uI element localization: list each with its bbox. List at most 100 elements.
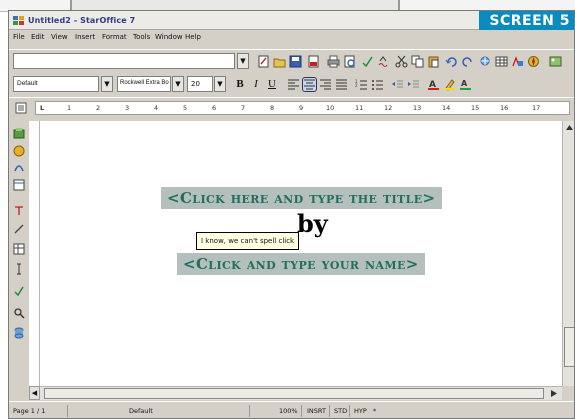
insert-object-icon[interactable] [13,161,25,173]
text-direction-icon[interactable] [13,205,25,217]
staroffice-app-icon[interactable] [13,15,25,26]
numbering-icon[interactable]: 12 [355,78,368,91]
document-page[interactable]: <Click here and type the title> by I kno… [40,121,562,386]
status-hyperlink-mode[interactable]: HYP [354,407,367,415]
draw-line-icon[interactable] [13,223,25,235]
align-center-icon[interactable] [302,77,317,92]
ruler-tick: 17 [532,104,541,112]
spellcheck-icon[interactable] [361,55,374,68]
increase-indent-icon[interactable] [407,78,420,91]
menu-window[interactable]: Window [155,33,183,41]
ruler-tick: 10 [326,104,335,112]
status-separator [249,405,250,417]
save-icon[interactable] [289,55,302,68]
menu-format[interactable]: Format [102,33,127,41]
ruler-tick: 8 [270,104,275,112]
font-size-select[interactable]: 20 [187,76,213,92]
justify-icon[interactable] [335,78,348,91]
cut-icon[interactable] [395,55,408,68]
export-pdf-icon[interactable] [307,55,320,68]
name-placeholder-field[interactable]: <Click and type your name> [177,253,425,275]
find-replace-icon[interactable] [13,307,25,319]
paragraph-style-select[interactable]: Default [13,76,99,92]
by-text: by [297,209,328,238]
ruler-tick: 14 [442,104,451,112]
scroll-right-icon[interactable] [550,389,559,398]
ruler-tick: 1 [67,104,72,112]
paste-icon[interactable] [427,55,440,68]
gallery-icon[interactable] [549,55,562,68]
status-style[interactable]: Default [129,407,153,415]
menu-tools[interactable]: Tools [133,33,150,41]
table-icon[interactable] [495,55,508,68]
page-preview-icon[interactable] [343,55,356,68]
style-dropdown-button[interactable]: ▼ [101,76,113,92]
bold-button[interactable]: B [233,76,247,92]
highlighting-icon[interactable] [443,78,456,91]
text-cursor-icon[interactable] [13,263,25,275]
title-placeholder-field[interactable]: <Click here and type the title> [161,187,442,209]
decrease-indent-icon[interactable] [391,78,404,91]
align-left-icon[interactable] [287,78,300,91]
open-folder-icon[interactable] [273,55,286,68]
status-zoom[interactable]: 100% [279,407,298,415]
vertical-scroll-thumb[interactable] [564,327,574,367]
auto-spellcheck-icon[interactable] [377,55,390,68]
status-separator [67,405,68,417]
svg-text:2: 2 [355,83,358,88]
print-icon[interactable] [327,55,340,68]
menu-file[interactable]: File [13,33,25,41]
tab-type-marker[interactable]: L [40,104,44,112]
align-right-icon[interactable] [319,78,332,91]
bullets-icon[interactable] [371,78,384,91]
menu-view[interactable]: View [51,33,68,41]
insert-icon[interactable] [13,127,25,139]
show-draw-functions-icon[interactable] [511,55,524,68]
hyperlink-icon[interactable] [479,55,492,68]
font-color-icon[interactable]: A [427,78,440,91]
ruler-tick: 3 [125,104,130,112]
underline-button[interactable]: U [265,76,279,92]
status-page: Page 1 / 1 [13,407,46,415]
menu-insert[interactable]: Insert [75,33,95,41]
menu-help[interactable]: Help [185,33,201,41]
insert-frame-icon[interactable] [13,179,25,191]
spellcheck-vertical-icon[interactable] [13,285,25,297]
copy-icon[interactable] [411,55,424,68]
ruler-tick: 4 [154,104,159,112]
load-url-input[interactable] [13,53,235,69]
navigator-icon[interactable] [527,55,540,68]
title-bar[interactable]: Untitled2 - StarOffice 7 SCREEN 5 [9,11,574,30]
ruler-tick: 13 [413,104,422,112]
menu-edit[interactable]: Edit [31,33,45,41]
status-insert-mode[interactable]: INSRT [307,407,326,415]
font-name-select[interactable]: Rockwell Extra Bo [117,76,171,92]
horizontal-scrollbar[interactable] [40,386,562,400]
insert-fields-icon[interactable] [13,145,25,157]
ruler-tick: 9 [299,104,304,112]
ruler-tick: 7 [241,104,246,112]
vertical-scrollbar[interactable] [562,121,574,386]
font-dropdown-button[interactable]: ▼ [172,76,184,92]
ruler-tick: 11 [355,104,364,112]
vertical-ruler[interactable] [29,121,40,386]
undo-icon[interactable] [445,55,458,68]
background-color-icon[interactable]: A [459,78,472,91]
edit-file-icon[interactable] [257,55,270,68]
ruler-tick: 2 [96,104,101,112]
redo-icon[interactable] [461,55,474,68]
scroll-left-button[interactable]: ◀ [29,386,40,400]
toggle-toolbar-icon[interactable] [15,102,27,114]
italic-button[interactable]: I [249,76,263,92]
url-dropdown-button[interactable]: ▼ [237,53,249,69]
size-dropdown-button[interactable]: ▼ [214,76,226,92]
insert-table-icon[interactable] [13,243,25,255]
data-sources-icon[interactable] [13,327,25,339]
horizontal-scroll-thumb[interactable] [44,388,544,399]
status-selection-mode[interactable]: STD [334,407,347,415]
horizontal-ruler[interactable]: L 1 2 3 4 5 6 7 8 9 10 11 12 13 14 15 16… [35,101,570,115]
scroll-up-icon[interactable] [565,123,574,132]
function-bar: ▼ [9,49,574,71]
window-title: Untitled2 - StarOffice 7 [28,16,136,25]
ruler-tick: 12 [384,104,393,112]
